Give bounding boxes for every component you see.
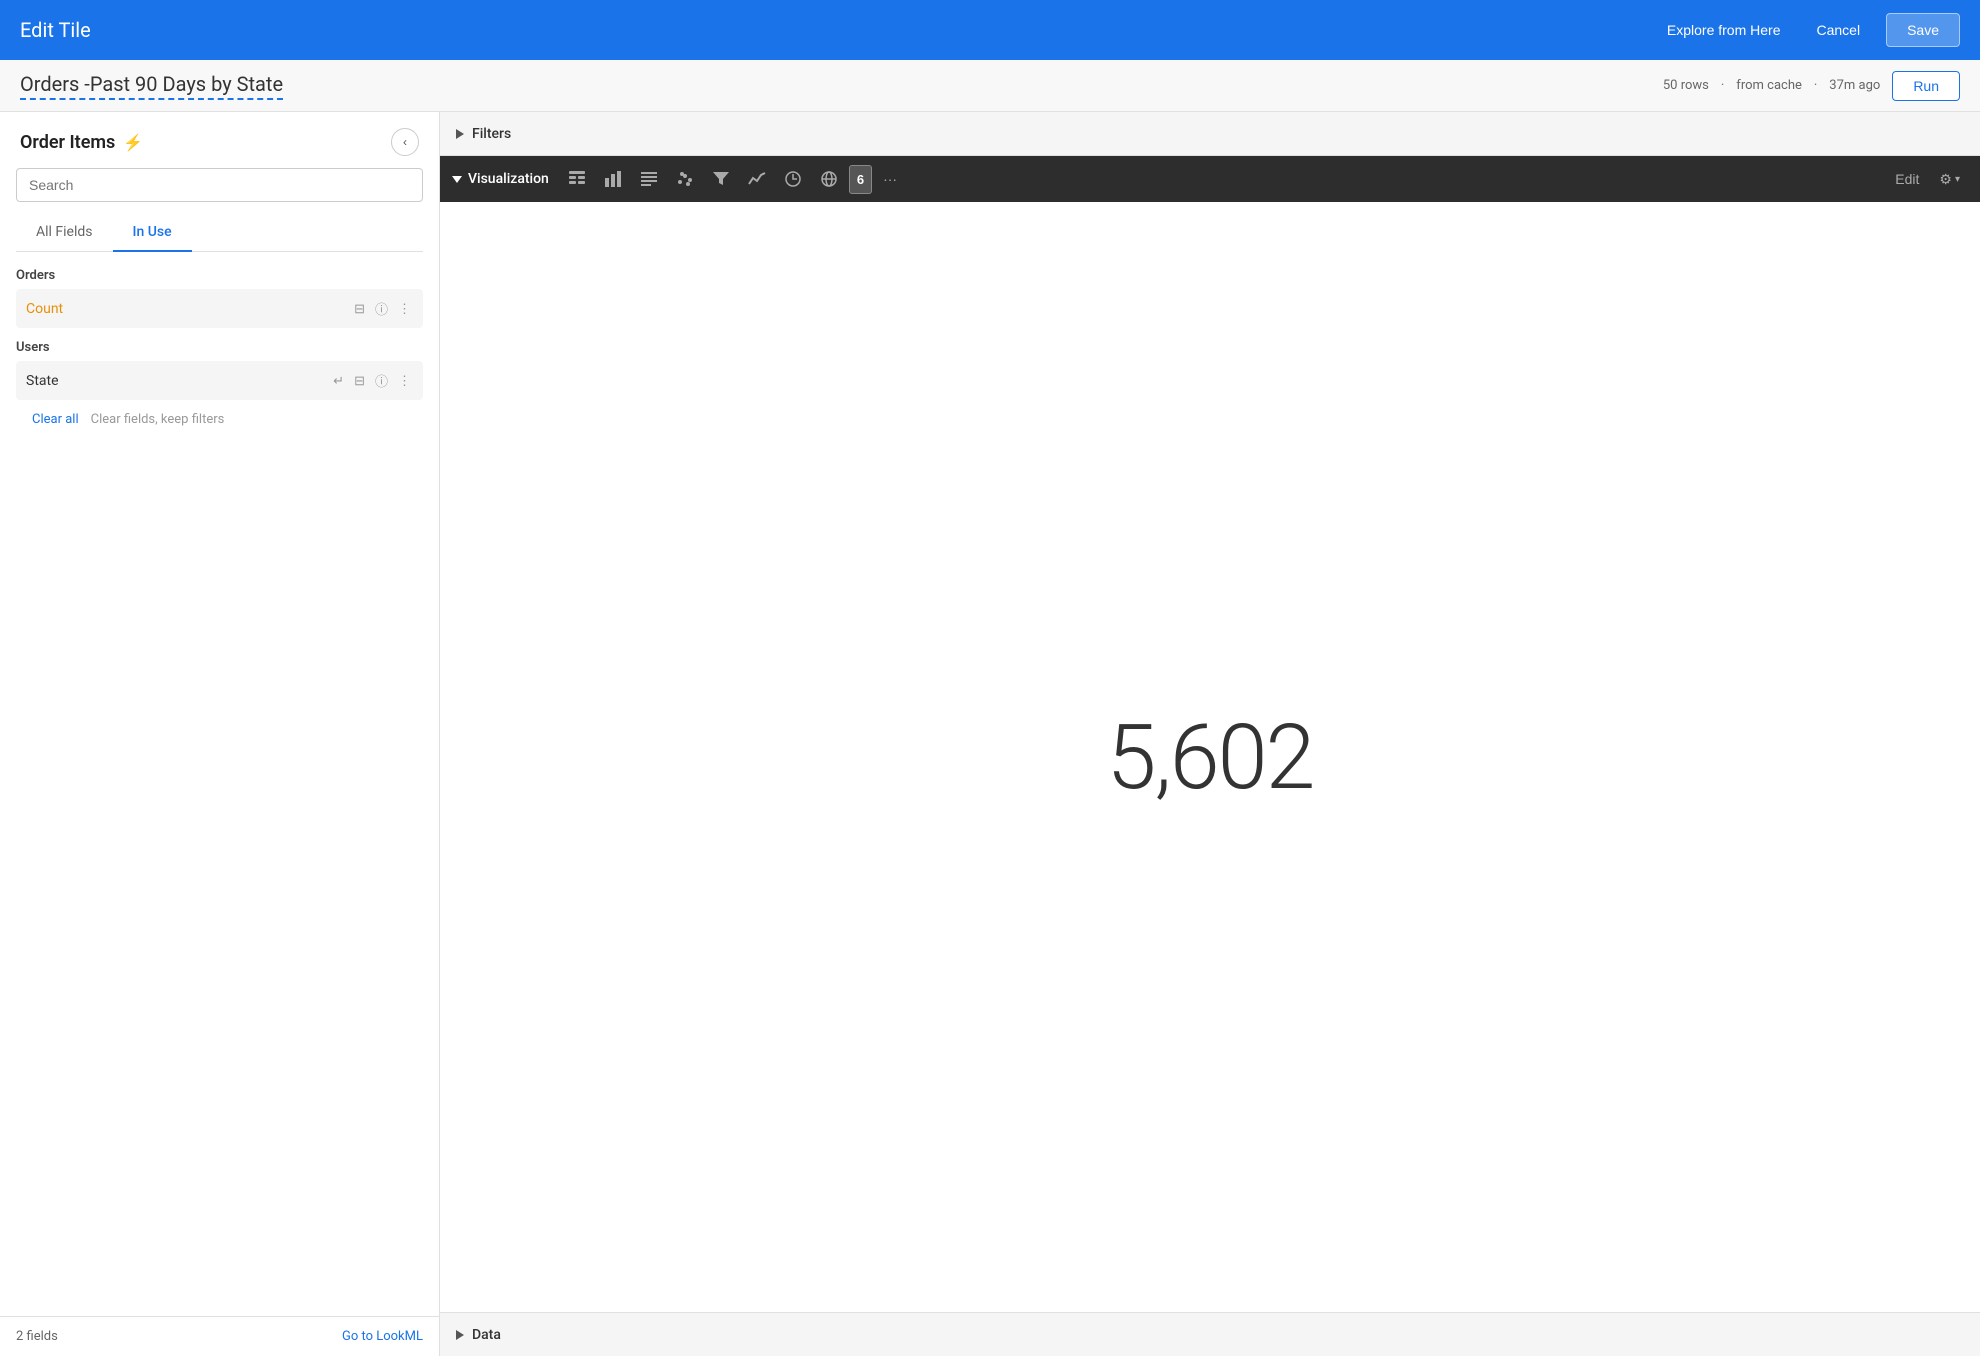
clear-all-link[interactable]: Clear all xyxy=(32,412,79,427)
viz-clock-button[interactable] xyxy=(777,164,809,194)
query-title: Orders -Past 90 Days by State xyxy=(20,72,283,100)
run-button[interactable]: Run xyxy=(1892,71,1960,101)
line-chart-icon xyxy=(748,170,766,188)
orders-section-label: Orders xyxy=(16,268,423,283)
viz-single-value-button[interactable]: 6 xyxy=(849,165,872,194)
clock-icon xyxy=(784,170,802,188)
funnel-icon xyxy=(712,170,730,188)
explore-from-here-button[interactable]: Explore from Here xyxy=(1657,16,1791,44)
gear-icon: ⚙ xyxy=(1939,171,1952,188)
go-to-lookml-link[interactable]: Go to LookML xyxy=(342,1329,423,1344)
viz-collapse-icon xyxy=(452,176,462,183)
field-item-state: State ↵ ⊟ ⓘ ⋮ xyxy=(16,361,423,400)
query-bar: Orders -Past 90 Days by State 50 rows · … xyxy=(0,60,1980,112)
info-state-button[interactable]: ⓘ xyxy=(373,369,390,392)
filters-toggle[interactable]: Filters xyxy=(456,126,511,142)
query-meta: 50 rows · from cache · 37m ago Run xyxy=(1663,71,1960,101)
field-tabs: All Fields In Use xyxy=(16,214,423,252)
six-icon: 6 xyxy=(857,172,864,187)
viz-list-button[interactable] xyxy=(633,164,665,194)
field-name-state: State xyxy=(26,373,59,389)
viz-globe-button[interactable] xyxy=(813,164,845,194)
top-header: Edit Tile Explore from Here Cancel Save xyxy=(0,0,1980,60)
viz-toolbar: Visualization xyxy=(440,156,1980,202)
filters-expand-icon xyxy=(456,129,464,139)
gear-dropdown-icon: ▾ xyxy=(1955,174,1960,185)
data-label: Data xyxy=(472,1327,501,1343)
viz-label-text: Visualization xyxy=(468,171,549,187)
filter-state-button[interactable]: ⊟ xyxy=(352,371,367,391)
table-icon xyxy=(568,170,586,188)
main-layout: Order Items ⚡ ‹ All Fields In Use Orders… xyxy=(0,112,1980,1356)
more-state-icon: ⋮ xyxy=(398,373,411,388)
filter-icon: ⊟ xyxy=(354,301,365,316)
lightning-icon: ⚡ xyxy=(123,133,143,152)
viz-edit-button[interactable]: Edit xyxy=(1887,167,1927,191)
sidebar: Order Items ⚡ ‹ All Fields In Use Orders… xyxy=(0,112,440,1356)
data-toggle[interactable]: Data xyxy=(456,1327,501,1343)
fields-section: Orders Count ⊟ ⓘ ⋮ Users Stat xyxy=(0,252,439,1316)
save-button[interactable]: Save xyxy=(1886,13,1960,47)
chevron-left-icon: ‹ xyxy=(403,135,407,149)
collapse-sidebar-button[interactable]: ‹ xyxy=(391,128,419,156)
sidebar-title: Order Items ⚡ xyxy=(20,132,143,153)
time-ago: 37m ago xyxy=(1829,78,1880,93)
viz-funnel-button[interactable] xyxy=(705,164,737,194)
viz-more-button[interactable]: ··· xyxy=(876,165,904,193)
field-name-count: Count xyxy=(26,301,63,317)
content-area: Filters Visualization xyxy=(440,112,1980,1356)
clear-links: Clear all Clear fields, keep filters xyxy=(16,404,423,435)
viz-settings-button[interactable]: ⚙ ▾ xyxy=(1931,167,1968,192)
filter-state-icon: ⊟ xyxy=(354,373,365,388)
users-section-label: Users xyxy=(16,340,423,355)
more-count-button[interactable]: ⋮ xyxy=(396,299,413,319)
search-input[interactable] xyxy=(16,168,423,202)
viz-content: 5,602 xyxy=(440,202,1980,1312)
row-count: 50 rows xyxy=(1663,78,1709,93)
header-actions: Explore from Here Cancel Save xyxy=(1657,13,1960,47)
list-icon xyxy=(640,170,658,188)
field-item-count: Count ⊟ ⓘ ⋮ xyxy=(16,289,423,328)
filters-label: Filters xyxy=(472,126,511,142)
more-vert-icon: ⋮ xyxy=(398,301,411,316)
sidebar-footer: 2 fields Go to LookML xyxy=(0,1316,439,1356)
page-title: Edit Tile xyxy=(20,18,91,42)
field-actions-state: ↵ ⊟ ⓘ ⋮ xyxy=(331,369,413,392)
filters-bar: Filters xyxy=(440,112,1980,156)
pivot-icon: ↵ xyxy=(333,373,344,388)
separator-2: · xyxy=(1814,78,1817,93)
viz-label: Visualization xyxy=(452,171,549,187)
info-count-button[interactable]: ⓘ xyxy=(373,297,390,320)
fields-count: 2 fields xyxy=(16,1329,58,1344)
pivot-state-button[interactable]: ↵ xyxy=(331,371,346,391)
sidebar-title-text: Order Items xyxy=(20,132,115,153)
globe-icon xyxy=(820,170,838,188)
field-actions-count: ⊟ ⓘ ⋮ xyxy=(352,297,413,320)
big-number-value: 5,602 xyxy=(1107,705,1314,810)
data-bar: Data xyxy=(440,1312,1980,1356)
viz-bar-chart-button[interactable] xyxy=(597,164,629,194)
cancel-button[interactable]: Cancel xyxy=(1806,16,1870,44)
bar-chart-icon xyxy=(604,170,622,188)
viz-table-button[interactable] xyxy=(561,164,593,194)
scatter-icon xyxy=(676,170,694,188)
viz-line-button[interactable] xyxy=(741,164,773,194)
info-state-icon: ⓘ xyxy=(375,374,388,389)
filter-count-button[interactable]: ⊟ xyxy=(352,299,367,319)
more-horiz-icon: ··· xyxy=(883,171,897,187)
info-icon: ⓘ xyxy=(375,302,388,317)
cache-label: from cache xyxy=(1736,78,1802,93)
clear-keep-link[interactable]: Clear fields, keep filters xyxy=(91,412,225,427)
more-state-button[interactable]: ⋮ xyxy=(396,371,413,391)
separator-1: · xyxy=(1721,78,1724,93)
tab-all-fields[interactable]: All Fields xyxy=(16,214,113,252)
tab-in-use[interactable]: In Use xyxy=(113,214,192,252)
sidebar-header: Order Items ⚡ ‹ xyxy=(0,112,439,168)
data-expand-icon xyxy=(456,1330,464,1340)
viz-scatter-button[interactable] xyxy=(669,164,701,194)
